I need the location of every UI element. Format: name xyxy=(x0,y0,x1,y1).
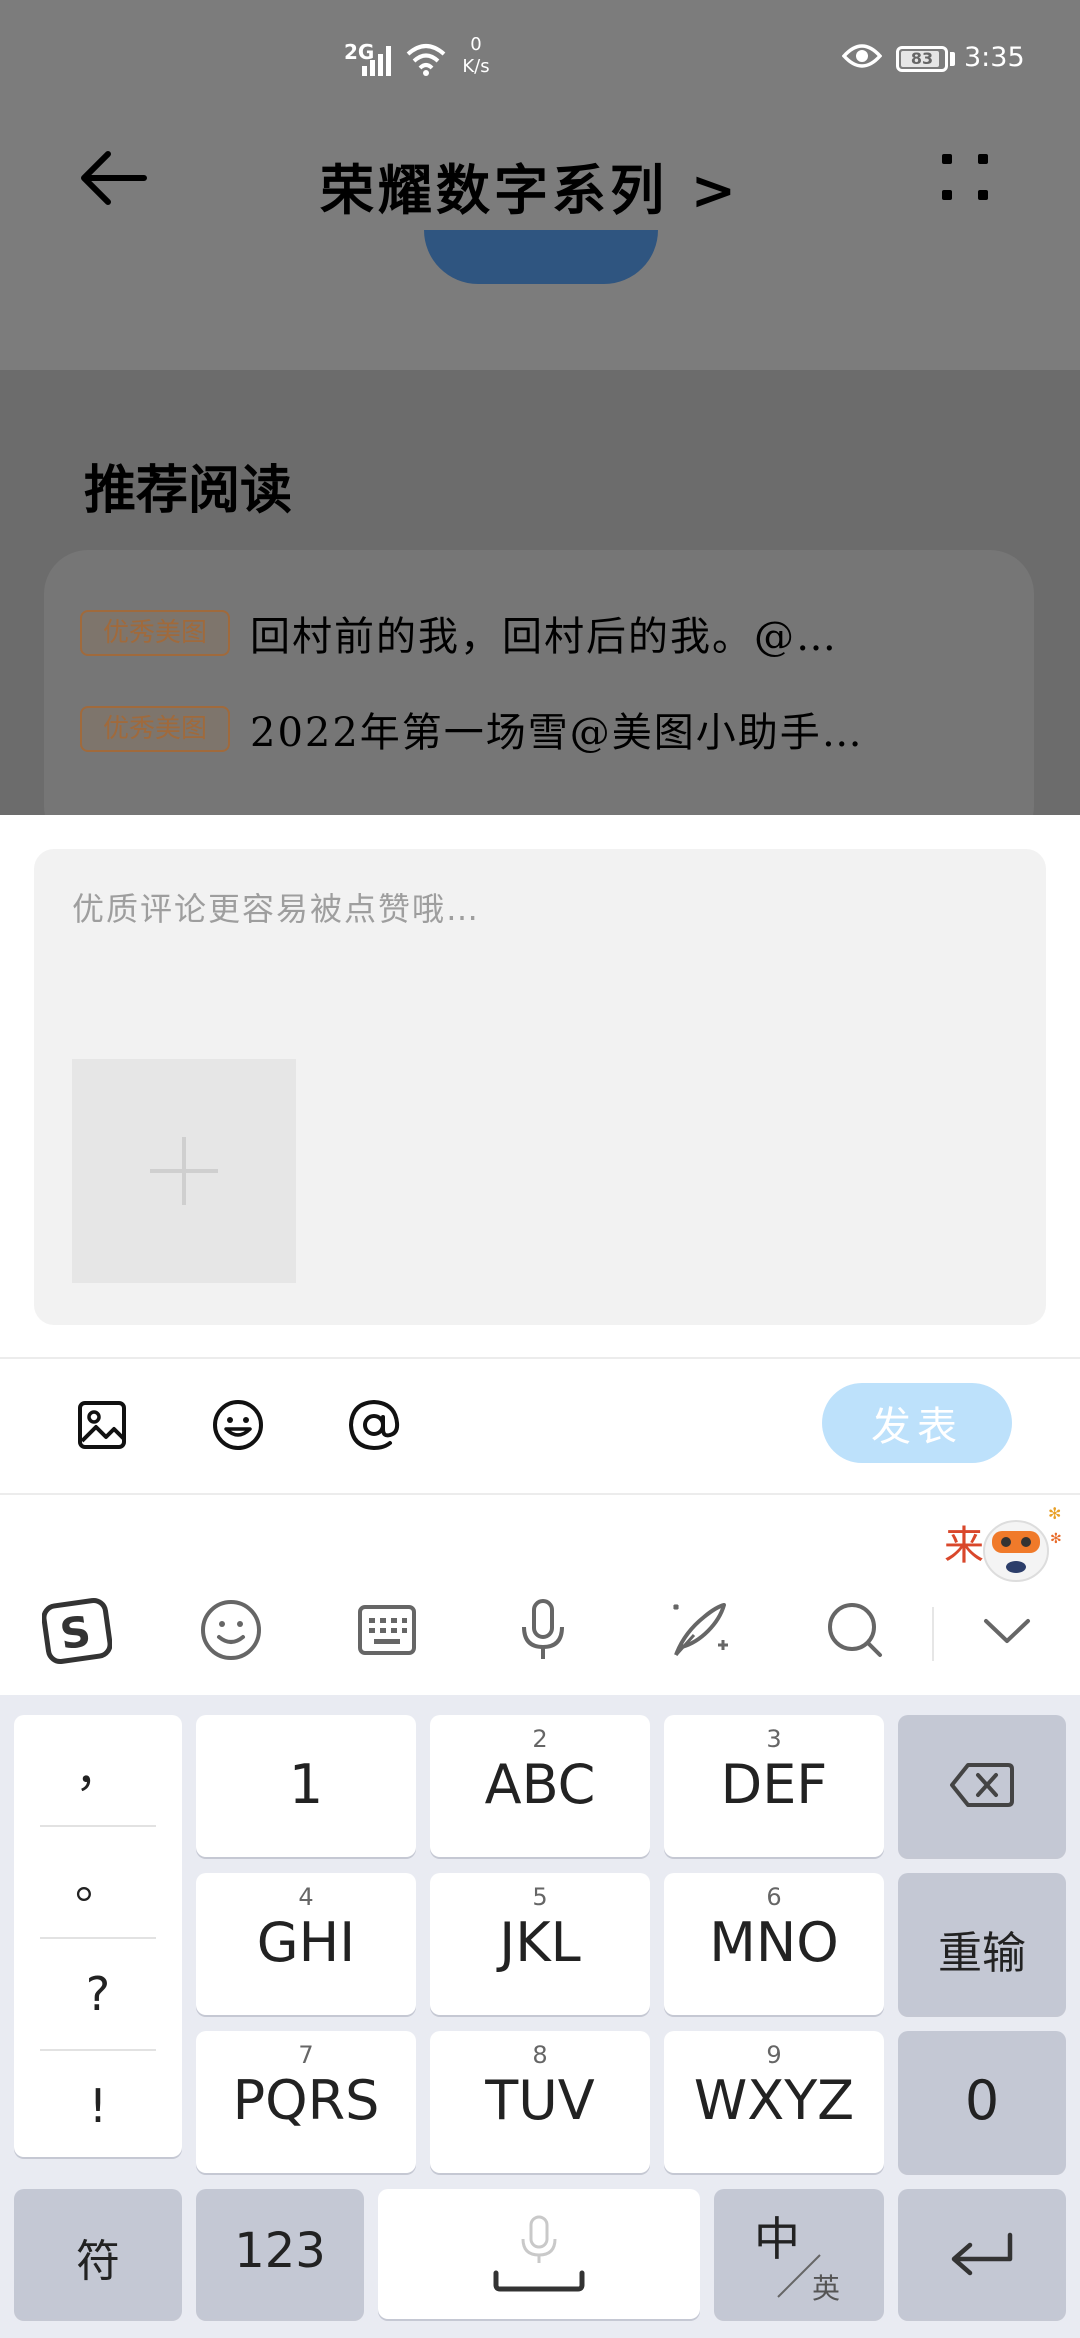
search-icon[interactable] xyxy=(820,1595,890,1665)
key-pqrs[interactable]: 7 PQRS xyxy=(196,2031,416,2173)
key-def[interactable]: 3 DEF xyxy=(664,1715,884,1857)
speed-value: 0 xyxy=(470,34,482,55)
emoji-icon[interactable] xyxy=(196,1595,266,1665)
header-pill xyxy=(424,230,658,284)
key-number: 5 xyxy=(532,1883,548,1911)
key-ghi[interactable]: 4 GHI xyxy=(196,1873,416,2015)
svg-text:来: 来 xyxy=(944,1523,984,1569)
key-number: 4 xyxy=(298,1883,314,1911)
publish-button[interactable]: 发表 xyxy=(822,1383,1012,1463)
key-number: 8 xyxy=(532,2041,548,2069)
key-label: 123 xyxy=(234,2223,326,2279)
back-arrow-icon[interactable] xyxy=(78,148,148,208)
list-item-title: 回村前的我，回村后的我。@… xyxy=(250,614,838,660)
key-label: MNO xyxy=(709,1911,839,1974)
svg-text:✻: ✻ xyxy=(1050,1531,1062,1547)
key-number: 9 xyxy=(766,2041,782,2069)
status-bar: 2G 0 K/s 83 3:35 xyxy=(0,0,1080,120)
microphone-icon[interactable] xyxy=(508,1595,578,1665)
eye-comfort-icon xyxy=(842,44,882,68)
punctuation-key[interactable]: ! xyxy=(14,2051,182,2161)
signal-icon xyxy=(362,46,391,76)
key-label-sub: 英 xyxy=(812,2272,841,2305)
key-1[interactable]: 1 xyxy=(196,1715,416,1857)
divider xyxy=(0,1357,1080,1359)
key-label: TUV xyxy=(485,2069,595,2132)
key-label: 重输 xyxy=(938,1928,1026,1979)
reset-key[interactable]: 重输 xyxy=(898,1873,1066,2015)
speed-unit: K/s xyxy=(462,56,490,77)
key-tuv[interactable]: 8 TUV xyxy=(430,2031,650,2173)
key-label: 0 xyxy=(964,2069,1000,2132)
numeric-key[interactable]: 123 xyxy=(196,2189,364,2319)
key-label: JKL xyxy=(499,1911,581,1974)
battery-tip xyxy=(950,52,955,66)
key-abc[interactable]: 2 ABC xyxy=(430,1715,650,1857)
punctuation-key[interactable]: ， xyxy=(14,1715,182,1825)
ime-toolbar: 来 ✻ ✻ S xyxy=(0,1495,1080,1695)
dot xyxy=(942,190,952,200)
clock: 3:35 xyxy=(964,42,1025,73)
key-label: WXYZ xyxy=(693,2069,855,2132)
key-label: ABC xyxy=(484,1753,596,1816)
dot xyxy=(942,154,952,164)
key-number: 6 xyxy=(766,1883,782,1911)
keyboard-icon[interactable] xyxy=(352,1595,422,1665)
key-wxyz[interactable]: 9 WXYZ xyxy=(664,2031,884,2173)
network-speed: 0 K/s xyxy=(456,34,496,78)
plus-icon-bar xyxy=(150,1169,218,1173)
key-label: 符 xyxy=(76,2236,120,2287)
svg-text:✻: ✻ xyxy=(1048,1504,1061,1523)
space-mic-icon xyxy=(493,2215,585,2292)
image-icon[interactable] xyxy=(72,1395,132,1455)
more-options-icon[interactable] xyxy=(940,152,996,208)
enter-icon xyxy=(951,2232,1013,2276)
recommended-title: 推荐阅读 xyxy=(84,460,293,521)
key-mno[interactable]: 6 MNO xyxy=(664,1873,884,2015)
key-jkl[interactable]: 5 JKL xyxy=(430,1873,650,2015)
space-key[interactable] xyxy=(378,2189,700,2319)
backspace-icon xyxy=(950,1763,1014,1807)
key-0[interactable]: 0 xyxy=(898,2031,1066,2173)
background-page: 2G 0 K/s 83 3:35 荣耀数字系列 > 推荐阅读 优秀美图 回村前的… xyxy=(0,0,1080,815)
key-label: GHI xyxy=(256,1911,356,1974)
key-label: PQRS xyxy=(232,2069,380,2132)
page-title[interactable]: 荣耀数字系列 > xyxy=(320,146,740,225)
battery-percent: 83 xyxy=(910,49,934,68)
punctuation-key[interactable]: 。 xyxy=(14,1827,182,1937)
key-label: DEF xyxy=(720,1753,828,1816)
backspace-key[interactable] xyxy=(898,1715,1066,1857)
recommended-card xyxy=(44,550,1034,815)
tag-badge: 优秀美图 xyxy=(80,610,230,656)
add-image-button[interactable] xyxy=(72,1059,296,1283)
comment-box xyxy=(34,849,1046,1325)
symbol-key[interactable]: 符 xyxy=(14,2189,182,2319)
divider xyxy=(932,1607,934,1661)
list-item[interactable]: 优秀美图 2022年第一场雪@美图小助手… xyxy=(80,700,1000,756)
tag-badge: 优秀美图 xyxy=(80,706,230,752)
list-item[interactable]: 优秀美图 回村前的我，回村后的我。@… xyxy=(80,604,1000,660)
punctuation-key[interactable]: ? xyxy=(14,1939,182,2049)
keyboard: ， 。 ? ! 1 2 ABC 3 DEF 4 GHI 5 JKL 6 MNO … xyxy=(0,1695,1080,2338)
key-number: 3 xyxy=(766,1725,782,1753)
handwriting-icon[interactable] xyxy=(664,1595,734,1665)
ime-mascot-icon[interactable]: 来 ✻ ✻ xyxy=(940,1497,1070,1587)
wifi-icon xyxy=(406,44,446,76)
language-switch-key[interactable]: 中 英 xyxy=(714,2189,884,2319)
key-label: 1 xyxy=(288,1753,324,1816)
key-number: 7 xyxy=(298,2041,314,2069)
emoji-icon[interactable] xyxy=(208,1395,268,1455)
comment-sheet: 发表 xyxy=(0,815,1080,1495)
key-number: 2 xyxy=(532,1725,548,1753)
punctuation-column: ， 。 ? ! xyxy=(14,1715,182,2157)
at-icon[interactable] xyxy=(344,1395,404,1455)
dot xyxy=(978,190,988,200)
collapse-keyboard-icon[interactable] xyxy=(972,1595,1042,1665)
sogou-logo-icon[interactable]: S xyxy=(42,1595,112,1665)
enter-key[interactable] xyxy=(898,2189,1066,2319)
comment-input[interactable] xyxy=(70,889,974,929)
list-item-title: 2022年第一场雪@美图小助手… xyxy=(250,710,864,756)
battery-icon: 83 xyxy=(896,46,948,72)
dot xyxy=(978,154,988,164)
